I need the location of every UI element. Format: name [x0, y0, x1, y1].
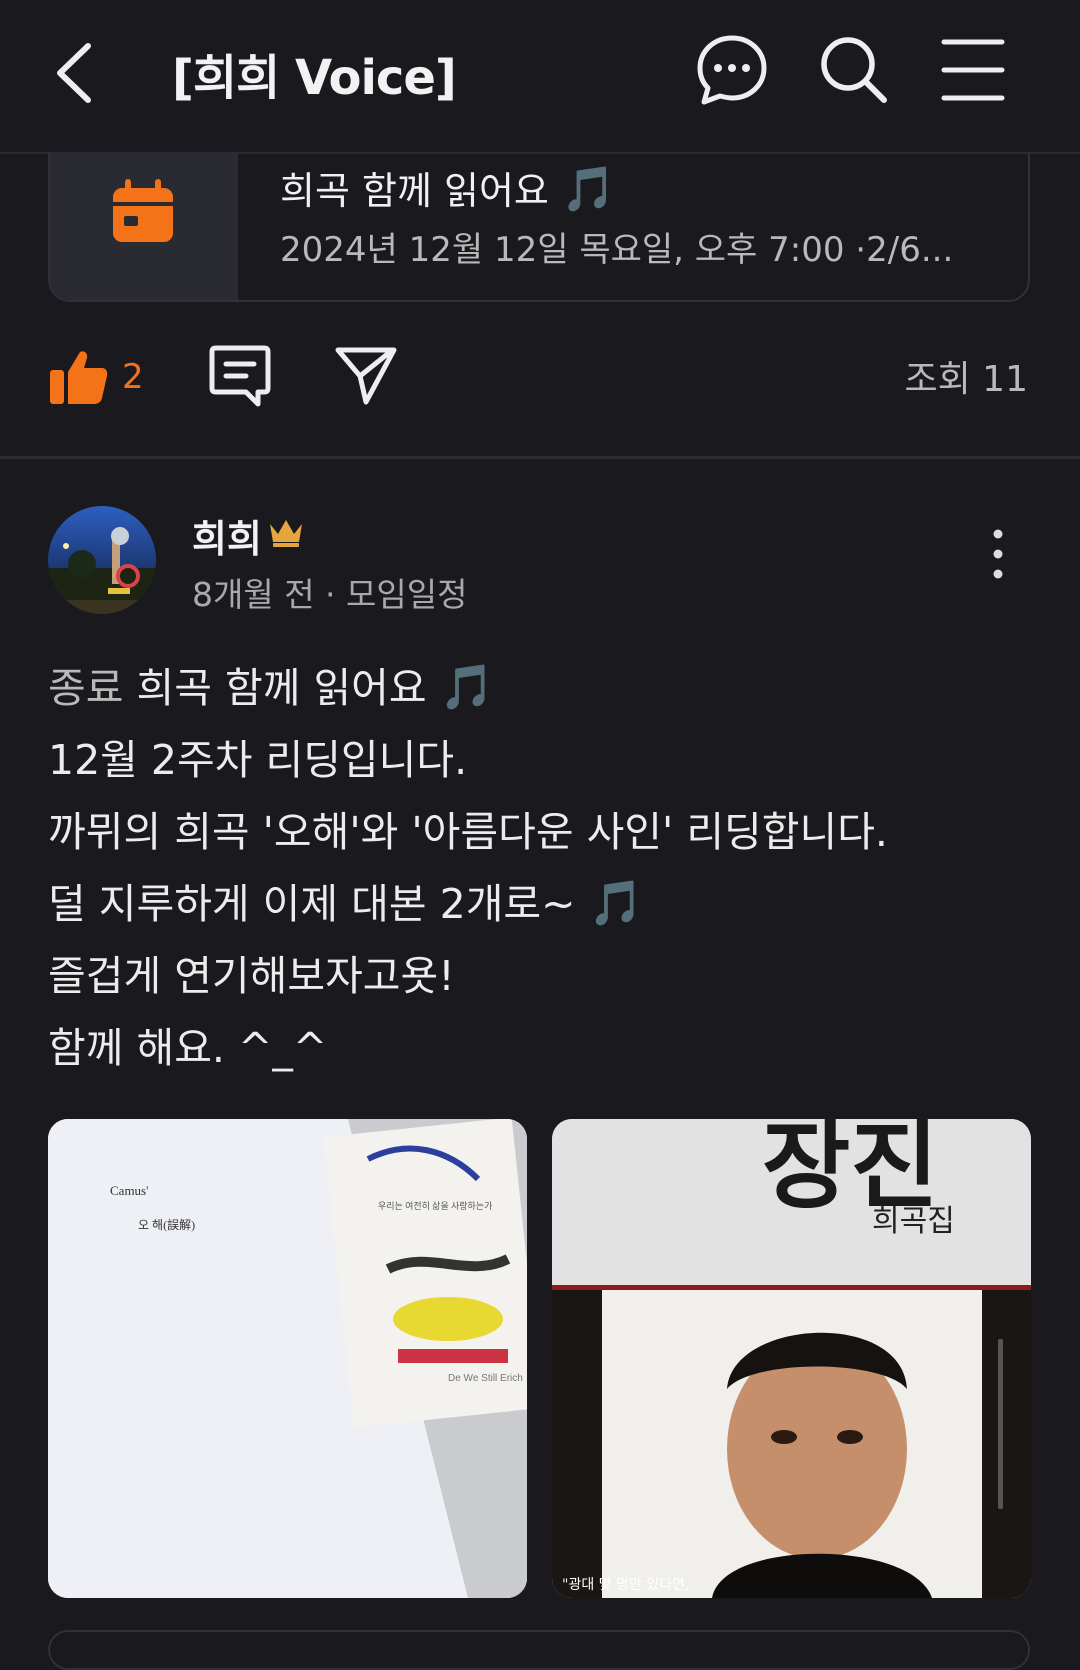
- post-meta: 8개월 전 · 모임일정: [192, 575, 468, 614]
- chat-bubble-icon: [697, 35, 767, 105]
- search-button[interactable]: [816, 32, 892, 108]
- more-vertical-icon: [993, 529, 1003, 579]
- chevron-left-icon: [57, 43, 91, 103]
- post-line: 까뮈의 희곡 '오해'와 '아름다운 사인' 리딩합니다.: [48, 808, 888, 856]
- like-button[interactable]: 2: [48, 342, 144, 412]
- event-icon-box: [50, 152, 238, 300]
- back-button[interactable]: [50, 38, 100, 108]
- svg-text:희곡집: 희곡집: [872, 1204, 955, 1239]
- avatar-image: [48, 506, 156, 614]
- like-count: 2: [122, 357, 144, 397]
- send-icon: [335, 347, 397, 405]
- comment-icon: [209, 345, 271, 407]
- post-title-line: 종료 희곡 함께 읽어요 🎵: [48, 652, 1038, 724]
- post-photo-2[interactable]: 장진 희곡집 "광대 몇 명만 있다면,: [552, 1119, 1031, 1598]
- thumbs-up-icon: [50, 351, 108, 404]
- comment-button[interactable]: [208, 344, 272, 412]
- author-name[interactable]: 희희: [192, 508, 262, 563]
- status-label: 종료: [48, 664, 124, 712]
- search-icon: [821, 37, 887, 103]
- crown-icon: [270, 520, 302, 547]
- script-and-book-photo: Camus' 오 해(誤解) 우리는 여전히 삶을 사랑하는가 De We St…: [48, 1119, 527, 1598]
- svg-text:오 해(誤解): 오 해(誤解): [138, 1217, 195, 1232]
- post-line: 덜 지루하게 이제 대본 2개로~ 🎵: [48, 878, 644, 929]
- post-body: 종료 희곡 함께 읽어요 🎵 12월 2주차 리딩입니다. 까뮈의 희곡 '오해…: [48, 652, 1038, 1084]
- post-line: 12월 2주차 리딩입니다.: [48, 736, 468, 784]
- avatar[interactable]: [48, 506, 156, 614]
- event-card[interactable]: 희곡 함께 읽어요 🎵 2024년 12월 12일 목요일, 오후 7:00 ·…: [48, 152, 1030, 302]
- post-line: 즐겁게 연기해보자고욧!: [48, 952, 455, 1000]
- svg-text:Camus': Camus': [110, 1183, 148, 1198]
- post-photo-1[interactable]: Camus' 오 해(誤解) 우리는 여전히 삶을 사랑하는가 De We St…: [48, 1119, 527, 1598]
- svg-text:우리는 여전히 삶을 사랑하는가: 우리는 여전히 삶을 사랑하는가: [378, 1200, 492, 1211]
- divider: [0, 456, 1080, 459]
- page-title: [희희 Voice]: [172, 50, 457, 106]
- music-note-icon: 🎵: [588, 878, 644, 929]
- share-button[interactable]: [334, 344, 398, 410]
- next-card-edge: [48, 1630, 1030, 1670]
- music-note-icon: 🎵: [439, 662, 495, 713]
- post-actions-row: 2 조회 11: [0, 340, 1080, 420]
- playbook-cover-photo: 장진 희곡집 "광대 몇 명만 있다면,: [552, 1119, 1031, 1598]
- svg-text:De We Still Erich: De We Still Erich: [448, 1373, 523, 1384]
- event-title: 희곡 함께 읽어요 🎵: [280, 164, 616, 215]
- svg-text:"광대 몇 명만 있다면,: "광대 몇 명만 있다면,: [562, 1577, 689, 1593]
- view-count: 조회 11: [904, 359, 1029, 400]
- calendar-icon: [113, 179, 173, 242]
- hamburger-menu-icon: [941, 39, 1005, 101]
- post-title: 희곡 함께 읽어요: [136, 664, 427, 712]
- chat-button[interactable]: [694, 32, 770, 108]
- menu-button[interactable]: [938, 32, 1014, 108]
- more-options-button[interactable]: [986, 528, 1010, 580]
- top-app-bar: [희희 Voice]: [0, 0, 1080, 154]
- post-line: 함께 해요. ^_^: [48, 1024, 328, 1072]
- event-datetime: 2024년 12월 12일 목요일, 오후 7:00 ·2/6...: [280, 230, 954, 270]
